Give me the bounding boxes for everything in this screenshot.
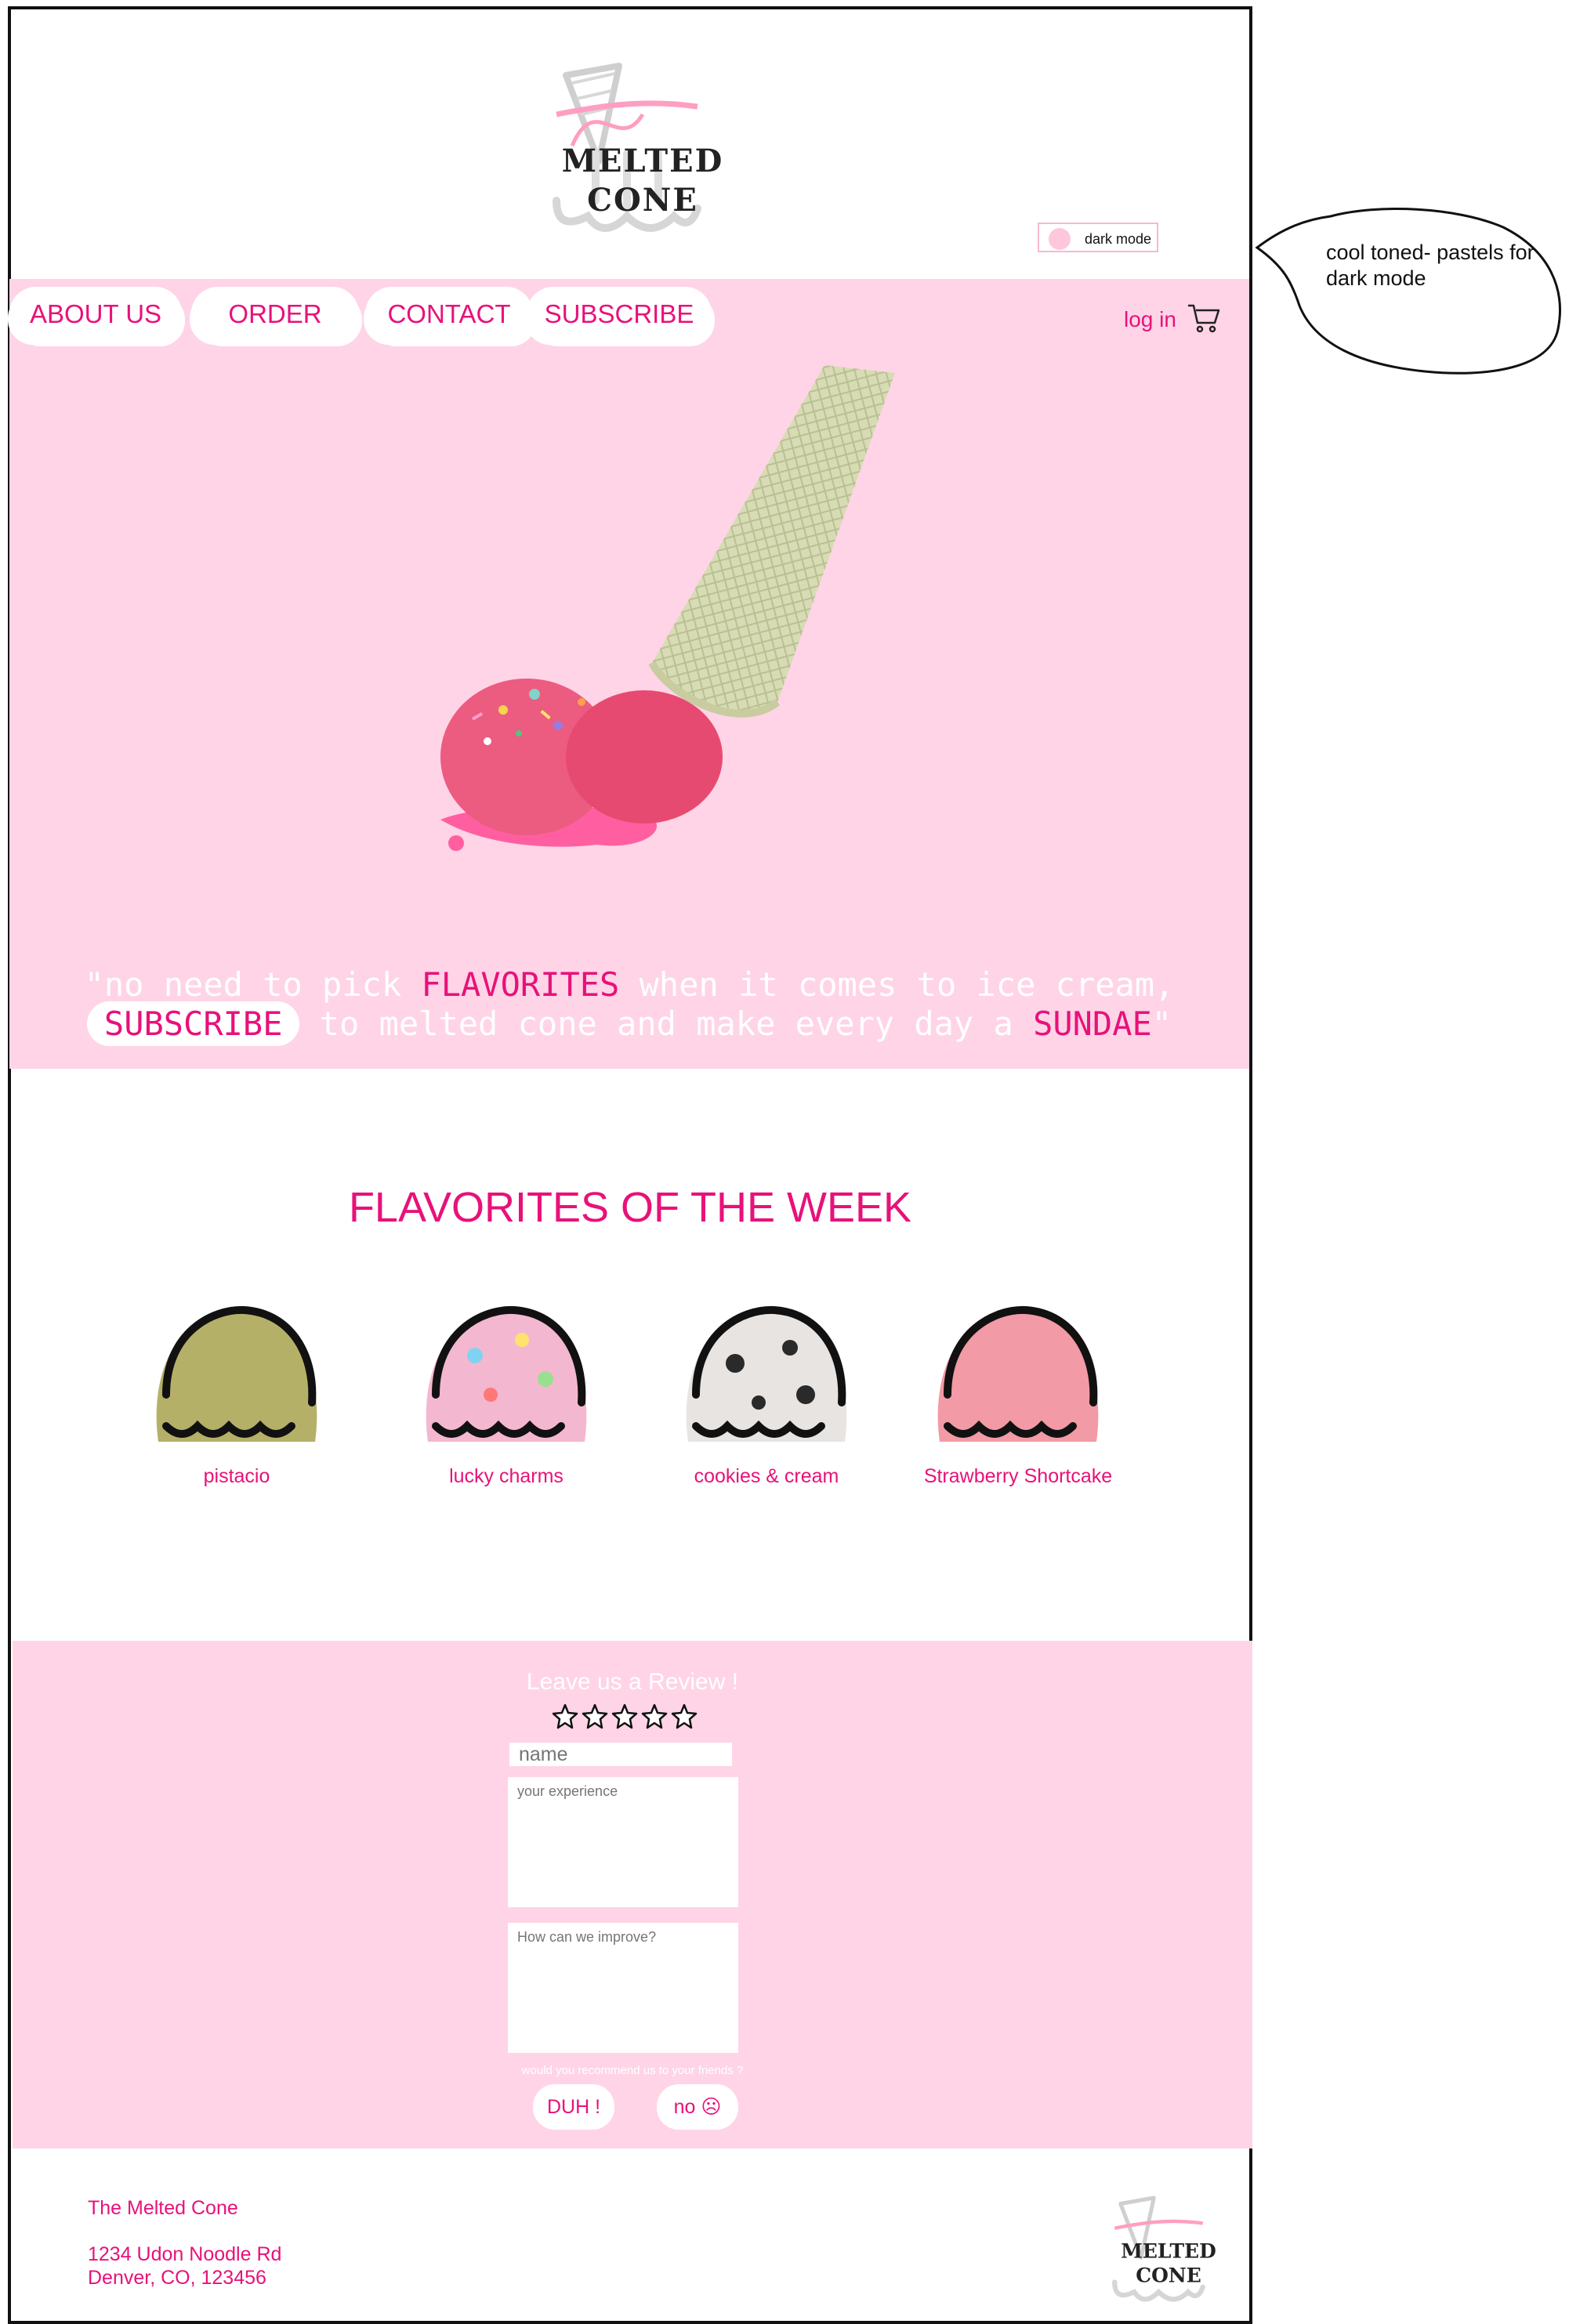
experience-textarea[interactable] — [508, 1777, 738, 1907]
nav-order[interactable]: ORDER — [191, 287, 359, 342]
nav-contact[interactable]: CONTACT — [365, 287, 533, 342]
quote-text-1: "no need to pick — [84, 965, 422, 1004]
star-icon[interactable] — [582, 1703, 608, 1730]
quote-subscribe-button[interactable]: SUBSCRIBE — [86, 1001, 300, 1046]
recommend-question: would you recommend us to your friends ? — [521, 2064, 744, 2077]
hero-quote-line1: "no need to pick FLAVORITES when it come… — [9, 965, 1249, 1004]
quote-text-2: when it comes to ice cream, — [619, 965, 1175, 1004]
footer-logo-text-melted: MELTED — [1121, 2239, 1216, 2262]
quote-sundae: SUNDAE — [1033, 1005, 1152, 1043]
star-rating — [552, 1703, 698, 1730]
flavor-card-strawberry-shortcake[interactable]: Strawberry Shortcake — [920, 1285, 1116, 1488]
annotation-note: cool toned- pastels for dark mode — [1326, 241, 1535, 290]
quote-flavorites: FLAVORITES — [421, 965, 620, 1004]
recommend-yes-button[interactable]: DUH ! — [533, 2084, 614, 2130]
star-icon[interactable] — [641, 1703, 668, 1730]
footer-business-name: The Melted Cone — [88, 2197, 238, 2219]
fallen-cone-icon — [440, 365, 895, 851]
logo-cone-icon: MELTED CONE — [1112, 2195, 1216, 2302]
footer-logo-text-cone: CONE — [1136, 2264, 1201, 2287]
dark-mode-label: dark mode — [1085, 231, 1152, 247]
nav-about-us[interactable]: ABOUT US — [9, 287, 182, 342]
scoop-icon — [686, 1305, 847, 1442]
dark-mode-toggle[interactable]: dark mode — [1038, 223, 1158, 252]
name-input[interactable] — [509, 1743, 732, 1766]
quote-text-3: to melted cone and make every day a — [299, 1005, 1034, 1043]
flavor-name: cookies & cream — [694, 1465, 839, 1487]
flavor-name: lucky charms — [449, 1465, 563, 1487]
hero-quote-line2: SUBSCRIBE to melted cone and make every … — [9, 1001, 1249, 1046]
scoop-icon — [937, 1305, 1099, 1442]
nav-subscribe[interactable]: SUBSCRIBE — [527, 287, 712, 342]
star-icon[interactable] — [671, 1703, 698, 1730]
flavor-name: Strawberry Shortcake — [923, 1465, 1113, 1487]
flavorites-title: FLAVORITES OF THE WEEK — [348, 1184, 912, 1231]
star-icon[interactable] — [552, 1703, 578, 1730]
scoop-icon — [156, 1305, 317, 1442]
footer-address: 1234 Udon Noodle Rd Denver, CO, 123456 — [88, 2243, 281, 2290]
flavor-card-pistacio[interactable]: pistacio — [143, 1285, 331, 1488]
hero-section: ABOUT US ORDER CONTACT SUBSCRIBE log in … — [9, 279, 1249, 1069]
recommend-no-button[interactable]: no ☹ — [657, 2084, 738, 2130]
quote-text-4: " — [1151, 1005, 1172, 1043]
review-section: Leave us a Review ! would you recommend … — [13, 1641, 1252, 2148]
review-title: Leave us a Review ! — [526, 1669, 739, 1695]
flavor-name: pistacio — [203, 1465, 270, 1487]
logo-text-cone: CONE — [587, 182, 698, 219]
scoop-icon — [426, 1305, 587, 1442]
flavor-card-lucky-charms[interactable]: lucky charms — [412, 1285, 600, 1488]
star-icon[interactable] — [611, 1703, 638, 1730]
login-link[interactable]: log in — [1124, 307, 1176, 332]
toggle-knob — [1049, 228, 1071, 250]
logo-text-melted: MELTED — [561, 143, 724, 179]
footer-logo[interactable]: MELTED CONE — [1110, 2194, 1227, 2304]
cart-icon[interactable] — [1187, 302, 1221, 334]
address-line-2: Denver, CO, 123456 — [88, 2267, 266, 2289]
improve-textarea[interactable] — [508, 1923, 738, 2053]
flavor-card-cookies-cream[interactable]: cookies & cream — [672, 1285, 861, 1488]
address-line-1: 1234 Udon Noodle Rd — [88, 2243, 282, 2265]
brand-logo[interactable]: MELTED CONE — [549, 60, 737, 235]
